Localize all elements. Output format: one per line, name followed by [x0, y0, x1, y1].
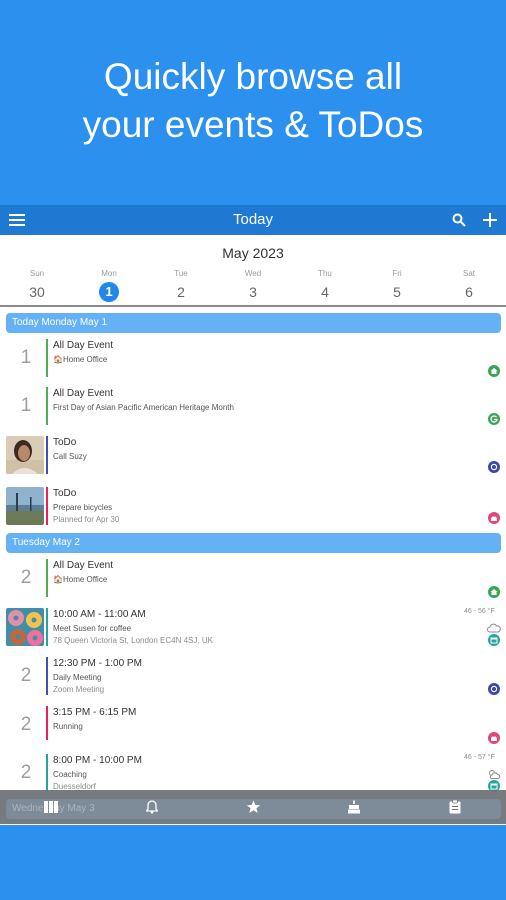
event-color-bar [46, 608, 48, 646]
event-color-bar [46, 339, 48, 377]
home-badge-icon [488, 586, 500, 598]
event-subtitle: 🏠Home Office [53, 575, 108, 584]
day-name: Fri [392, 269, 402, 278]
promo-heading-line1: Quickly browse all [103, 56, 403, 97]
date-number: 1 [20, 395, 32, 416]
event-color-bar [46, 387, 48, 425]
day-name: Mon [101, 269, 117, 278]
day-number: 5 [393, 284, 401, 300]
agenda-view-icon[interactable] [31, 790, 71, 824]
weather-temperature: 46 - 57 °F [464, 754, 495, 761]
toolbar-title: Today [232, 211, 274, 228]
event-color-bar [46, 706, 48, 740]
section-header-tuesday[interactable]: Tuesday May 2 [6, 533, 501, 553]
event-location: Zoom Meeting [53, 685, 105, 694]
promo-heading-line2: your events & ToDos [82, 104, 424, 145]
event-title: All Day Event [53, 340, 114, 351]
date-number: 1 [20, 347, 32, 368]
home-badge-icon [488, 365, 500, 377]
event-title: ToDo [53, 488, 77, 499]
day-sat[interactable]: Sat 6 [433, 268, 505, 302]
bell-icon[interactable] [132, 790, 172, 824]
bottom-navigation: Wednesday May 3 [0, 790, 506, 824]
event-subtitle: Running [53, 722, 83, 731]
day-number: 4 [321, 284, 329, 300]
birthday-cake-icon[interactable] [334, 790, 374, 824]
event-detail: Planned for Apr 30 [53, 515, 120, 524]
event-subtitle: Call Suzy [53, 452, 87, 461]
partly-cloudy-icon [487, 766, 501, 779]
week-divider [0, 305, 506, 307]
day-number: 3 [249, 284, 257, 300]
date-number: 2 [20, 762, 32, 783]
date-number: 2 [20, 567, 32, 588]
calendar-badge-icon [488, 732, 500, 744]
section-header-today[interactable]: Today Monday May 1 [6, 313, 501, 333]
week-strip: Sun 30 Mon 1 Tue 2 Wed 3 Thu 4 Fri 5 Sat… [0, 268, 506, 304]
event-title: 8:00 PM - 10:00 PM [53, 755, 142, 766]
day-name: Sat [462, 269, 475, 278]
app-toolbar: Today [0, 205, 506, 235]
day-thu[interactable]: Thu 4 [289, 268, 361, 302]
event-color-bar [46, 559, 48, 597]
day-number: 30 [29, 284, 45, 300]
add-icon[interactable] [475, 205, 505, 235]
todo-badge-icon [488, 461, 500, 473]
calendar-badge-icon [488, 634, 500, 646]
agenda-item[interactable]: 2 12:30 PM - 1:00 PM Daily Meeting Zoom … [0, 655, 506, 701]
app-screen: Today May 2023 Sun 30 Mon 1 Tue 2 Wed 3 … [0, 205, 506, 825]
agenda-item[interactable]: 2 3:15 PM - 6:15 PM Running [0, 704, 506, 750]
agenda-item[interactable]: 10:00 AM - 11:00 AM Meet Susen for coffe… [0, 606, 506, 652]
day-fri[interactable]: Fri 5 [361, 268, 433, 302]
event-title: 3:15 PM - 6:15 PM [53, 707, 137, 718]
day-number: 6 [465, 284, 473, 300]
agenda-item[interactable]: 2 All Day Event 🏠Home Office [0, 557, 506, 603]
person-photo [6, 436, 44, 474]
clipboard-icon[interactable] [435, 790, 475, 824]
day-number-selected: 1 [99, 282, 119, 302]
event-subtitle: Coaching [53, 770, 87, 779]
event-subtitle: First Day of Asian Pacific American Heri… [53, 403, 234, 412]
promo-banner: Quickly browse all your events & ToDos [0, 0, 506, 205]
agenda-item[interactable]: ToDo Prepare bicycles Planned for Apr 30 [0, 485, 506, 531]
day-wed[interactable]: Wed 3 [217, 268, 289, 302]
event-subtitle: Meet Susen for coffee [53, 624, 132, 633]
event-title: 10:00 AM - 11:00 AM [53, 609, 146, 620]
day-name: Tue [174, 269, 188, 278]
event-subtitle: 🏠Home Office [53, 355, 108, 364]
event-color-bar [46, 657, 48, 695]
todo-badge-icon [488, 512, 500, 524]
event-color-bar [46, 754, 48, 792]
day-name: Sun [29, 269, 45, 278]
agenda-item[interactable]: 1 All Day Event 🏠Home Office [0, 337, 506, 383]
event-location: 78 Queen Victoria St, London EC4N 4SJ, U… [53, 636, 213, 645]
weather-temperature: 46 - 56 °F [464, 608, 495, 615]
event-subtitle: Daily Meeting [53, 673, 102, 682]
search-icon[interactable] [444, 205, 474, 235]
agenda-item[interactable]: 1 All Day Event First Day of Asian Pacif… [0, 385, 506, 431]
date-number: 2 [20, 665, 32, 686]
day-name: Thu [318, 269, 332, 278]
event-title: 12:30 PM - 1:00 PM [53, 658, 142, 669]
agenda-item[interactable]: ToDo Call Suzy [0, 434, 506, 482]
date-number: 2 [20, 714, 32, 735]
event-subtitle: Prepare bicycles [53, 503, 113, 512]
day-mon[interactable]: Mon 1 [73, 268, 145, 302]
day-name: Wed [244, 269, 262, 278]
cloud-icon [487, 620, 501, 633]
day-tue[interactable]: Tue 2 [145, 268, 217, 302]
event-color-bar [46, 436, 48, 474]
month-title[interactable]: May 2023 [0, 245, 506, 261]
star-icon[interactable] [233, 790, 273, 824]
day-number: 2 [177, 284, 185, 300]
event-title: All Day Event [53, 560, 114, 571]
donuts-photo [6, 608, 44, 646]
event-color-bar [46, 487, 48, 525]
google-badge-icon [488, 413, 500, 425]
landscape-photo [6, 487, 44, 525]
day-sun[interactable]: Sun 30 [1, 268, 73, 302]
calendar-badge-icon [488, 683, 500, 695]
event-title: ToDo [53, 437, 77, 448]
event-title: All Day Event [53, 388, 114, 399]
